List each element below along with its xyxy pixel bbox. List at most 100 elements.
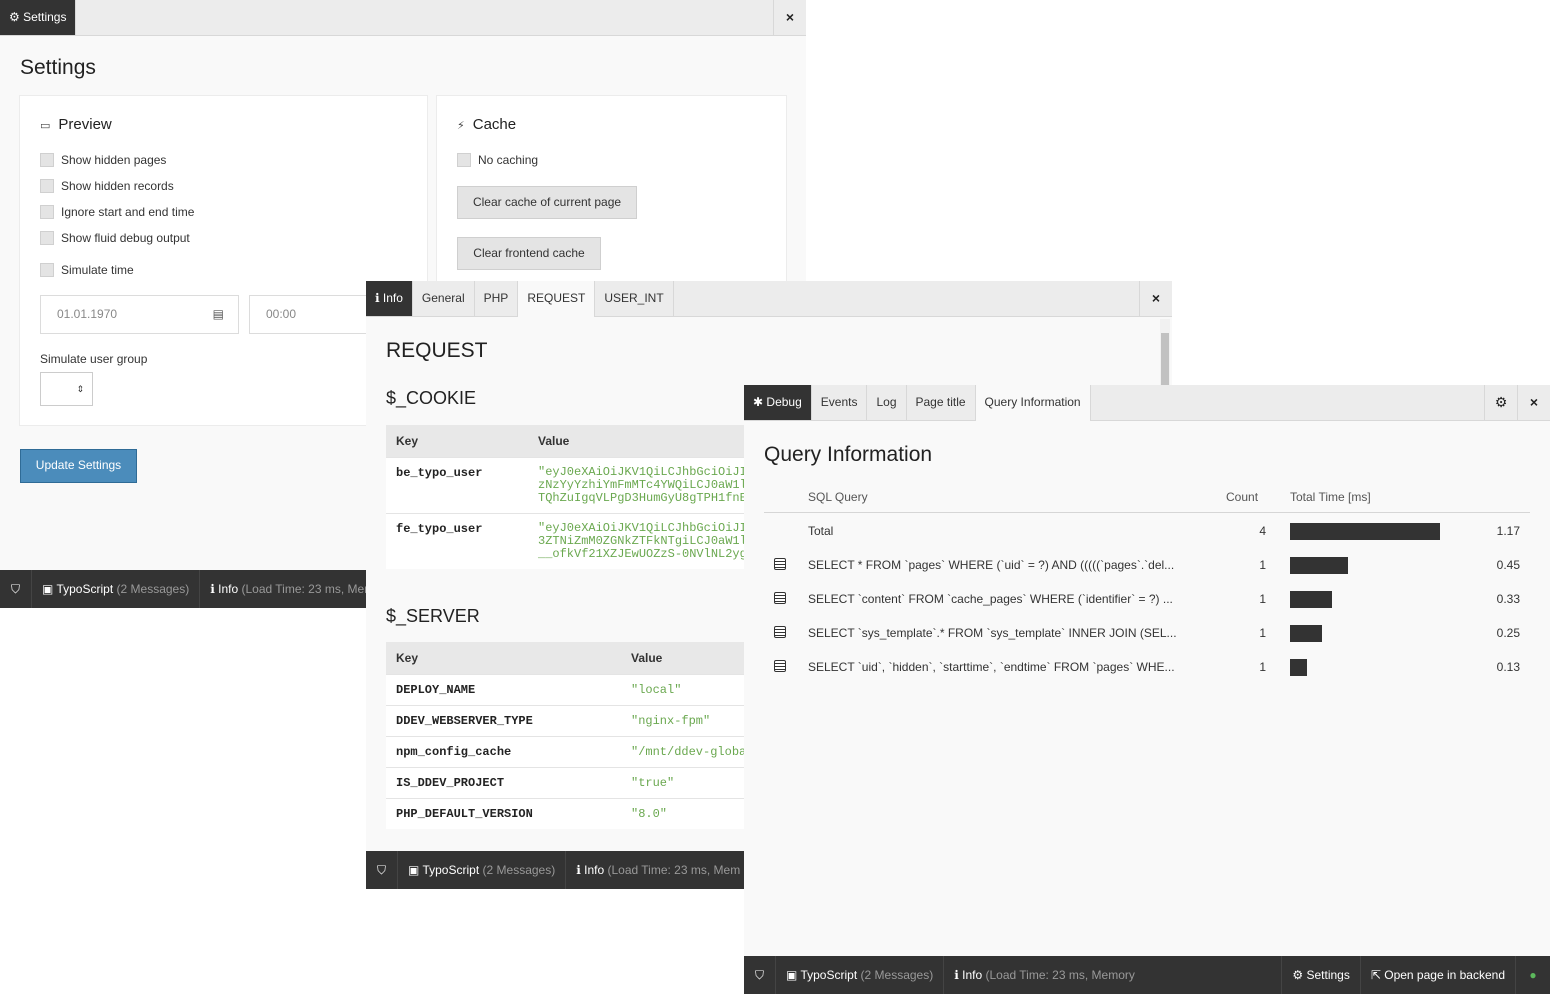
sql-query-header: SQL Query [808,490,868,504]
info-icon: ℹ [954,968,959,982]
query-count: 1 [1259,660,1266,674]
query-time: 0.13 [1496,660,1520,674]
info-icon: ℹ [576,863,581,877]
close-button[interactable]: × [773,0,806,35]
info-icon: ℹ [210,582,215,596]
gear-icon: ⚙ [1292,968,1304,982]
toolbar-typoscript-count: (2 Messages) [860,968,934,982]
server-key: IS_DDEV_PROJECT [386,766,621,798]
toolbar-typoscript-label: TypoScript [800,968,858,982]
toolbar-info-detail: (Load Time: 23 ms, Mem [607,863,741,877]
query-explain-icon[interactable] [774,592,786,604]
show-fluid-debug-checkbox[interactable]: Show fluid debug output [40,231,190,245]
debug-toolbar: ⛉ ▣ TypoScript (2 Messages) ℹ Info (Load… [744,956,1550,994]
time-bar [1290,523,1440,540]
typo3-logo-icon[interactable]: ⛉ [0,570,32,608]
toolbar-settings[interactable]: ⚙ Settings [1281,956,1361,994]
page-title: Query Information [764,443,933,466]
clear-frontend-cache-button[interactable]: Clear frontend cache [457,237,601,270]
total-label: Total [808,524,834,538]
typo3-logo-icon[interactable]: ⛉ [744,956,776,994]
table-row: be_typo_user "eyJ0eXAiOiJKV1QiLCJhbGciOi… [386,456,806,513]
count-header: Count [1226,490,1259,504]
server-key: DEPLOY_NAME [386,673,621,705]
time-value: 00:00 [266,307,297,321]
toolbar-info[interactable]: ℹ Info (Load Time: 23 ms, Memory [944,956,1145,994]
query-row[interactable]: SELECT `uid`, `hidden`, `starttime`, `en… [764,657,1530,691]
table-row: PHP_DEFAULT_VERSION "8.0" [386,797,806,829]
time-bar [1290,591,1332,608]
column-header: Key [386,642,621,674]
info-icon: ℹ [375,291,380,305]
page-title: REQUEST [386,339,488,362]
toolbar-typoscript-label: TypoScript [422,863,480,877]
query-time: 1.17 [1496,524,1520,538]
tab-request[interactable]: REQUEST [518,281,596,317]
toolbar-typoscript[interactable]: ▣ TypoScript (2 Messages) [32,570,201,608]
query-row[interactable]: SELECT `content` FROM `cache_pages` WHER… [764,589,1530,623]
simulate-time-checkbox[interactable]: Simulate time [40,263,134,277]
query-row[interactable]: SELECT `sys_template`.* FROM `sys_templa… [764,623,1530,657]
gear-icon: ⚙ [9,10,20,24]
debug-tabbar: ✱ Debug Events Log Page title Query Info… [744,385,1550,421]
tab-query-information[interactable]: Query Information [975,385,1091,421]
query-explain-icon[interactable] [774,626,786,638]
template-icon: ▣ [42,582,54,596]
tab-general[interactable]: General [413,281,475,316]
cache-card: ⚡ Cache No caching Clear cache of current… [436,95,787,295]
update-settings-button[interactable]: Update Settings [20,449,137,483]
checkbox-label: Ignore start and end time [61,205,195,219]
cookie-heading: $_COOKIE [386,388,477,408]
user-group-select[interactable]: ⇕ [40,372,93,406]
sql-query-text: SELECT `uid`, `hidden`, `starttime`, `en… [808,660,1175,674]
cookie-table: Key Value be_typo_user "eyJ0eXAiOiJKV1Qi… [386,425,806,569]
checkbox-label: Show hidden pages [61,153,167,167]
tab-events[interactable]: Events [812,385,868,420]
tab-debug[interactable]: ✱ Debug [744,385,812,420]
close-button[interactable]: × [1517,385,1550,420]
query-time: 0.45 [1496,558,1520,572]
tab-info[interactable]: ℹ Info [366,281,413,316]
toolbar-info[interactable]: ℹ Info (Load Time: 23 ms, Mem [566,851,752,889]
show-hidden-records-checkbox[interactable]: Show hidden records [40,179,174,193]
toolbar-info-label: Info [584,863,605,877]
tab-php[interactable]: PHP [475,281,519,316]
server-key: DDEV_WEBSERVER_TYPE [386,704,621,736]
toolbar-typoscript-label: TypoScript [56,582,114,596]
table-row: fe_typo_user "eyJ0eXAiOiJKV1QiLCJhbGciOi… [386,512,806,569]
server-heading: $_SERVER [386,606,480,626]
header-divider [764,512,1530,513]
query-time: 0.33 [1496,592,1520,606]
checkbox-label: No caching [478,153,539,167]
tab-log[interactable]: Log [867,385,907,420]
show-hidden-pages-checkbox[interactable]: Show hidden pages [40,153,166,167]
tab-page-title[interactable]: Page title [907,385,976,420]
tab-user-int[interactable]: USER_INT [595,281,674,316]
toolbar-typoscript[interactable]: ▣ TypoScript (2 Messages) [776,956,945,994]
no-caching-checkbox[interactable]: No caching [457,153,538,167]
toolbar-typoscript[interactable]: ▣ TypoScript (2 Messages) [398,851,567,889]
date-value: 01.01.1970 [57,307,118,321]
bolt-icon: ⚡ [457,120,465,132]
typo3-logo-icon[interactable]: ⛉ [366,851,398,889]
tab-settings[interactable]: ⚙ Settings [0,0,77,35]
date-input[interactable]: 01.01.1970 ▤ [40,295,239,334]
scrollbar-thumb[interactable] [1161,333,1169,385]
close-button[interactable]: × [1139,281,1172,316]
sql-query-text: SELECT `sys_template`.* FROM `sys_templa… [808,626,1177,640]
clear-current-cache-button[interactable]: Clear cache of current page [457,186,637,219]
toolbar-settings-label: Settings [1306,968,1350,982]
query-explain-icon[interactable] [774,558,786,570]
query-explain-icon[interactable] [774,660,786,672]
toggle-icon[interactable]: ● [1516,956,1550,994]
open-in-backend-link[interactable]: ⇱ Open page in backend [1361,956,1516,994]
gear-icon[interactable]: ⚙ [1484,385,1517,420]
sql-query-text: SELECT * FROM `pages` WHERE (`uid` = ?) … [808,558,1175,572]
monitor-icon: ▭ [40,120,51,132]
cache-heading: Cache [472,116,517,133]
toolbar-typoscript-count: (2 Messages) [482,863,556,877]
toolbar-info-label: Info [962,968,983,982]
request-tabbar: ℹ Info General PHP REQUEST USER_INT [366,281,1172,317]
ignore-start-end-time-checkbox[interactable]: Ignore start and end time [40,205,194,219]
query-row[interactable]: SELECT * FROM `pages` WHERE (`uid` = ?) … [764,555,1530,589]
